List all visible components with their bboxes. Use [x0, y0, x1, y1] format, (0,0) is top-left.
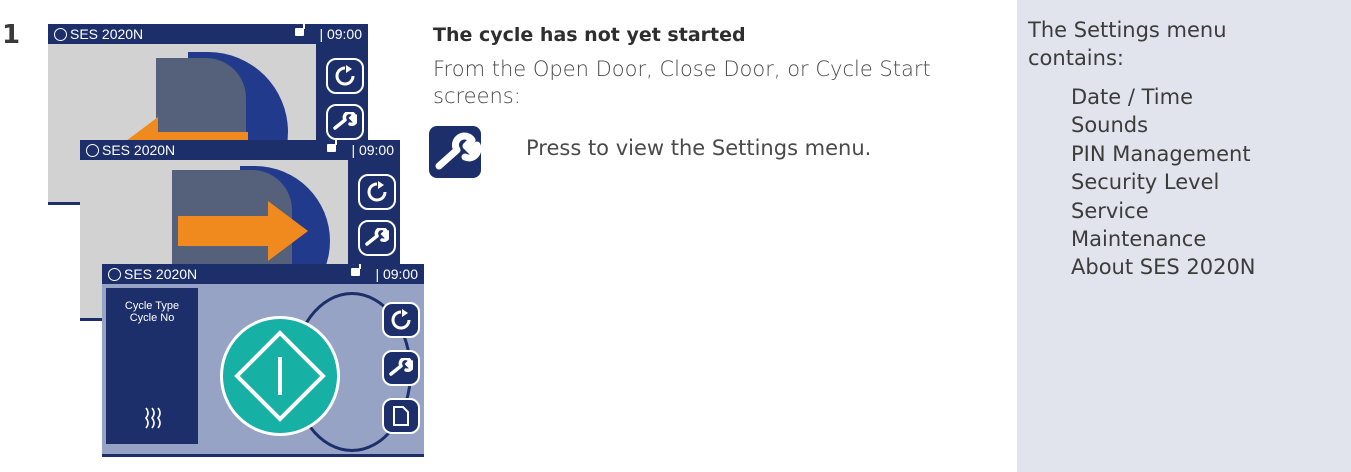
- list-item: Maintenance: [1071, 227, 1207, 252]
- status-bar: SES 2020N | 09:00: [48, 24, 368, 44]
- cycle-type-label: Cycle Type: [124, 300, 180, 312]
- cycle-info-panel: Cycle Type Cycle No: [106, 288, 198, 444]
- model-label: SES 2020N: [86, 140, 175, 160]
- settings-button[interactable]: [326, 104, 364, 140]
- refresh-icon: [391, 309, 411, 330]
- lock-open-icon: [327, 140, 337, 152]
- screen-cycle-start: SES 2020N | 09:00 Cycle Type Cycle No: [102, 264, 424, 457]
- instruction-text: From the Open Door, Close Door, or Cycle…: [433, 57, 931, 108]
- brand-logo-icon: [54, 28, 67, 41]
- arrow-right-icon: [178, 201, 308, 261]
- lock-open-icon: [351, 264, 361, 276]
- press-instruction: Press to view the Settings menu.: [526, 136, 872, 160]
- refresh-button[interactable]: [382, 302, 420, 338]
- refresh-icon: [367, 181, 387, 202]
- settings-icon-large: [429, 126, 482, 178]
- list-item: Date / Time: [1071, 85, 1194, 109]
- clock-time: | 09:00: [351, 142, 394, 158]
- brand-logo-icon: [86, 144, 99, 157]
- list-item: PIN Management: [1071, 141, 1251, 166]
- settings-sidebar: The Settings menu contains: Date / Time …: [1017, 0, 1351, 472]
- cycle-start-button[interactable]: [220, 316, 340, 436]
- model-label: SES 2020N: [54, 24, 143, 44]
- refresh-button[interactable]: [326, 58, 364, 94]
- settings-list: Date / Time Sounds PIN Management Securi…: [1071, 83, 1256, 282]
- status-bar: SES 2020N | 09:00: [80, 140, 400, 160]
- brand-logo-icon: [108, 268, 121, 281]
- cycle-no-label: Cycle No: [129, 312, 175, 324]
- sidebar-intro: The Settings menu contains:: [1028, 18, 1227, 70]
- steam-icon: [144, 407, 161, 429]
- section-heading: The cycle has not yet started: [433, 24, 746, 46]
- side-rail: [372, 284, 424, 454]
- lock-open-icon: [295, 24, 305, 36]
- settings-button[interactable]: [382, 350, 420, 386]
- document-icon: [393, 406, 409, 426]
- wrench-icon: [333, 112, 357, 130]
- list-item: Sounds: [1071, 113, 1149, 138]
- list-item: Security Level: [1071, 170, 1220, 195]
- start-icon: [234, 330, 326, 422]
- list-item: Service: [1071, 198, 1149, 223]
- wrench-icon: [365, 228, 389, 246]
- status-bar: SES 2020N | 09:00: [102, 264, 424, 284]
- refresh-icon: [335, 65, 355, 86]
- model-label: SES 2020N: [108, 264, 197, 284]
- wrench-icon: [389, 358, 413, 376]
- settings-button[interactable]: [358, 220, 396, 256]
- clock-time: | 09:00: [375, 266, 418, 282]
- documents-button[interactable]: [382, 398, 420, 434]
- wrench-icon: [435, 132, 482, 170]
- refresh-button[interactable]: [358, 174, 396, 210]
- clock-time: | 09:00: [319, 26, 362, 42]
- step-number: 1: [2, 20, 21, 50]
- list-item: About SES 2020N: [1071, 255, 1256, 280]
